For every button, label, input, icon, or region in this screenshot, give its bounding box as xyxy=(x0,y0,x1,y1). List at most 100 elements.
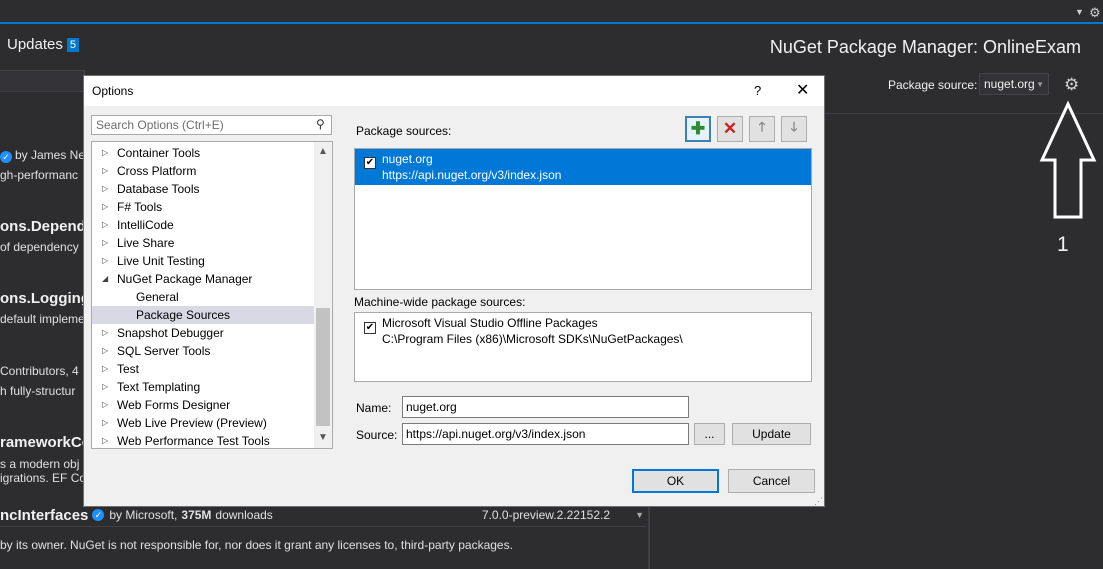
tree-item-label: NuGet Package Manager xyxy=(117,272,253,286)
tree-item-label: Cross Platform xyxy=(117,164,197,178)
machine-wide-sources-list: ✔ Microsoft Visual Studio Offline Packag… xyxy=(354,312,812,382)
expand-icon[interactable]: ▷ xyxy=(102,234,108,252)
resize-grip-icon[interactable]: ⋰ xyxy=(814,496,823,507)
list-item-name: ncInterfaces xyxy=(0,506,89,524)
download-count: 375M xyxy=(181,508,212,522)
scrollbar-thumb[interactable] xyxy=(316,308,330,426)
arrow-up-icon: 🡑 xyxy=(758,119,766,134)
tree-item[interactable]: ▷ Web Performance Test Tools xyxy=(92,432,314,448)
expanded-icon[interactable]: ◢ xyxy=(102,270,108,288)
scroll-up-icon[interactable]: ▲ xyxy=(318,146,328,157)
tree-item[interactable]: ▷ Web Live Preview (Preview) xyxy=(92,414,314,432)
tree-item-label: Web Live Preview (Preview) xyxy=(117,416,267,430)
tree-item[interactable]: ▷ Web Forms Designer xyxy=(92,396,314,414)
list-item-desc: h fully-structur xyxy=(0,384,76,398)
add-source-button[interactable]: ✚ xyxy=(685,116,711,142)
expand-icon[interactable]: ▷ xyxy=(102,324,108,342)
close-button[interactable]: ✕ xyxy=(796,80,809,100)
source-name: nuget.org xyxy=(382,152,433,166)
expand-icon[interactable]: ▷ xyxy=(102,252,108,270)
list-item-name[interactable]: rameworkCo xyxy=(0,434,91,451)
expand-icon[interactable]: ▷ xyxy=(102,180,108,198)
update-button[interactable]: Update xyxy=(732,423,811,445)
tree-item[interactable]: ▷ Database Tools xyxy=(92,180,314,198)
expand-icon[interactable]: ▷ xyxy=(102,396,108,414)
gear-icon[interactable]: ⚙ xyxy=(1089,5,1101,21)
page-title: NuGet Package Manager: OnlineExam xyxy=(769,37,1081,57)
cancel-button[interactable]: Cancel xyxy=(728,469,815,493)
name-label: Name: xyxy=(356,401,392,415)
expand-icon[interactable]: ▷ xyxy=(102,432,108,448)
tab-updates-label: Updates xyxy=(7,36,63,53)
tab-updates[interactable]: Updates 5 xyxy=(7,36,79,53)
tree-item[interactable]: ▷ Live Share xyxy=(92,234,314,252)
expand-icon[interactable]: ▷ xyxy=(102,378,108,396)
move-up-button[interactable]: 🡑 xyxy=(749,116,775,142)
tree-item[interactable]: ▷ IntelliCode xyxy=(92,216,314,234)
tree-item[interactable]: ▷ F# Tools xyxy=(92,198,314,216)
move-down-button[interactable]: 🡓 xyxy=(781,116,807,142)
options-search-input[interactable]: Search Options (Ctrl+E) xyxy=(91,115,332,135)
list-item-desc: default impleme xyxy=(0,312,85,326)
settings-gear-icon[interactable]: ⚙ xyxy=(1064,75,1079,95)
tree-item-label: Database Tools xyxy=(117,182,200,196)
list-item-author: by Microsoft, xyxy=(109,508,178,522)
tree-item[interactable]: ▷ Test xyxy=(92,360,314,378)
browse-button[interactable]: ... xyxy=(694,423,725,445)
list-item[interactable]: ncInterfaces ✓ by Microsoft, 375M downlo… xyxy=(0,506,646,524)
name-field[interactable]: nuget.org xyxy=(402,396,689,418)
tree-item-label: Package Sources xyxy=(136,308,231,322)
search-input[interactable] xyxy=(0,70,85,92)
expand-icon[interactable]: ▷ xyxy=(102,144,108,162)
source-field[interactable]: https://api.nuget.org/v3/index.json xyxy=(402,423,689,445)
tree-item[interactable]: ▷ Container Tools xyxy=(92,144,314,162)
expand-icon[interactable]: ▷ xyxy=(102,198,108,216)
list-item-desc: gh-performanc xyxy=(0,168,79,182)
chevron-down-icon: ▼ xyxy=(1036,79,1044,89)
source-checkbox[interactable]: ✔ xyxy=(364,157,376,169)
remove-source-button[interactable]: ✕ xyxy=(717,116,743,142)
tree-item-label: Snapshot Debugger xyxy=(117,326,224,340)
annotation-arrow-up-icon xyxy=(1039,100,1097,219)
package-sources-label: Package sources: xyxy=(356,124,452,138)
package-source-select[interactable]: nuget.org ▼ xyxy=(979,73,1049,95)
expand-icon[interactable]: ▷ xyxy=(102,360,108,378)
package-sources-list: ✔ nuget.org https://api.nuget.org/v3/ind… xyxy=(354,148,812,290)
arrow-down-icon: 🡓 xyxy=(790,119,798,134)
package-source-label: Package source: xyxy=(888,78,978,92)
dialog-title: Options xyxy=(92,84,134,98)
tree-item[interactable]: Package Sources xyxy=(92,306,314,324)
scroll-down-icon[interactable]: ▼ xyxy=(318,432,328,443)
search-icon[interactable]: ⚲ xyxy=(316,117,325,131)
annotation-number: 1 xyxy=(1057,233,1069,256)
tree-item[interactable]: ▷ SQL Server Tools xyxy=(92,342,314,360)
chevron-down-icon[interactable]: ▼ xyxy=(1075,7,1084,17)
ok-button[interactable]: OK xyxy=(632,469,719,493)
updates-count-badge: 5 xyxy=(66,37,79,52)
tree-item-label: F# Tools xyxy=(117,200,163,214)
tree-item[interactable]: ▷ Text Templating xyxy=(92,378,314,396)
expand-icon[interactable]: ▷ xyxy=(102,162,108,180)
expand-icon[interactable]: ▷ xyxy=(102,414,108,432)
disclaimer-text: by its owner. NuGet is not responsible f… xyxy=(0,538,513,552)
tree-item-label: Live Unit Testing xyxy=(117,254,205,268)
tree-item[interactable]: ▷ Cross Platform xyxy=(92,162,314,180)
list-item-name[interactable]: ons.Depende xyxy=(0,218,94,235)
tree-item[interactable]: General xyxy=(92,288,314,306)
tree-item-label: Web Performance Test Tools xyxy=(117,434,270,448)
list-item-desc: of dependency xyxy=(0,240,79,254)
tree-item[interactable]: ◢ NuGet Package Manager xyxy=(92,270,314,288)
list-item-name[interactable]: ons.Logging xyxy=(0,290,90,307)
tree-item-label: Container Tools xyxy=(117,146,201,160)
list-item-machine-source[interactable]: ✔ Microsoft Visual Studio Offline Packag… xyxy=(355,313,811,349)
verified-icon: ✓ xyxy=(0,151,12,163)
expand-icon[interactable]: ▷ xyxy=(102,216,108,234)
list-item-source-selected[interactable]: ✔ nuget.org https://api.nuget.org/v3/ind… xyxy=(355,149,811,185)
chevron-down-icon[interactable]: ▼ xyxy=(635,510,644,520)
expand-icon[interactable]: ▷ xyxy=(102,342,108,360)
dialog-titlebar[interactable] xyxy=(84,76,824,106)
tree-item[interactable]: ▷ Live Unit Testing xyxy=(92,252,314,270)
machine-source-checkbox[interactable]: ✔ xyxy=(364,322,376,334)
tree-item[interactable]: ▷ Snapshot Debugger xyxy=(92,324,314,342)
help-button[interactable]: ? xyxy=(754,83,761,98)
